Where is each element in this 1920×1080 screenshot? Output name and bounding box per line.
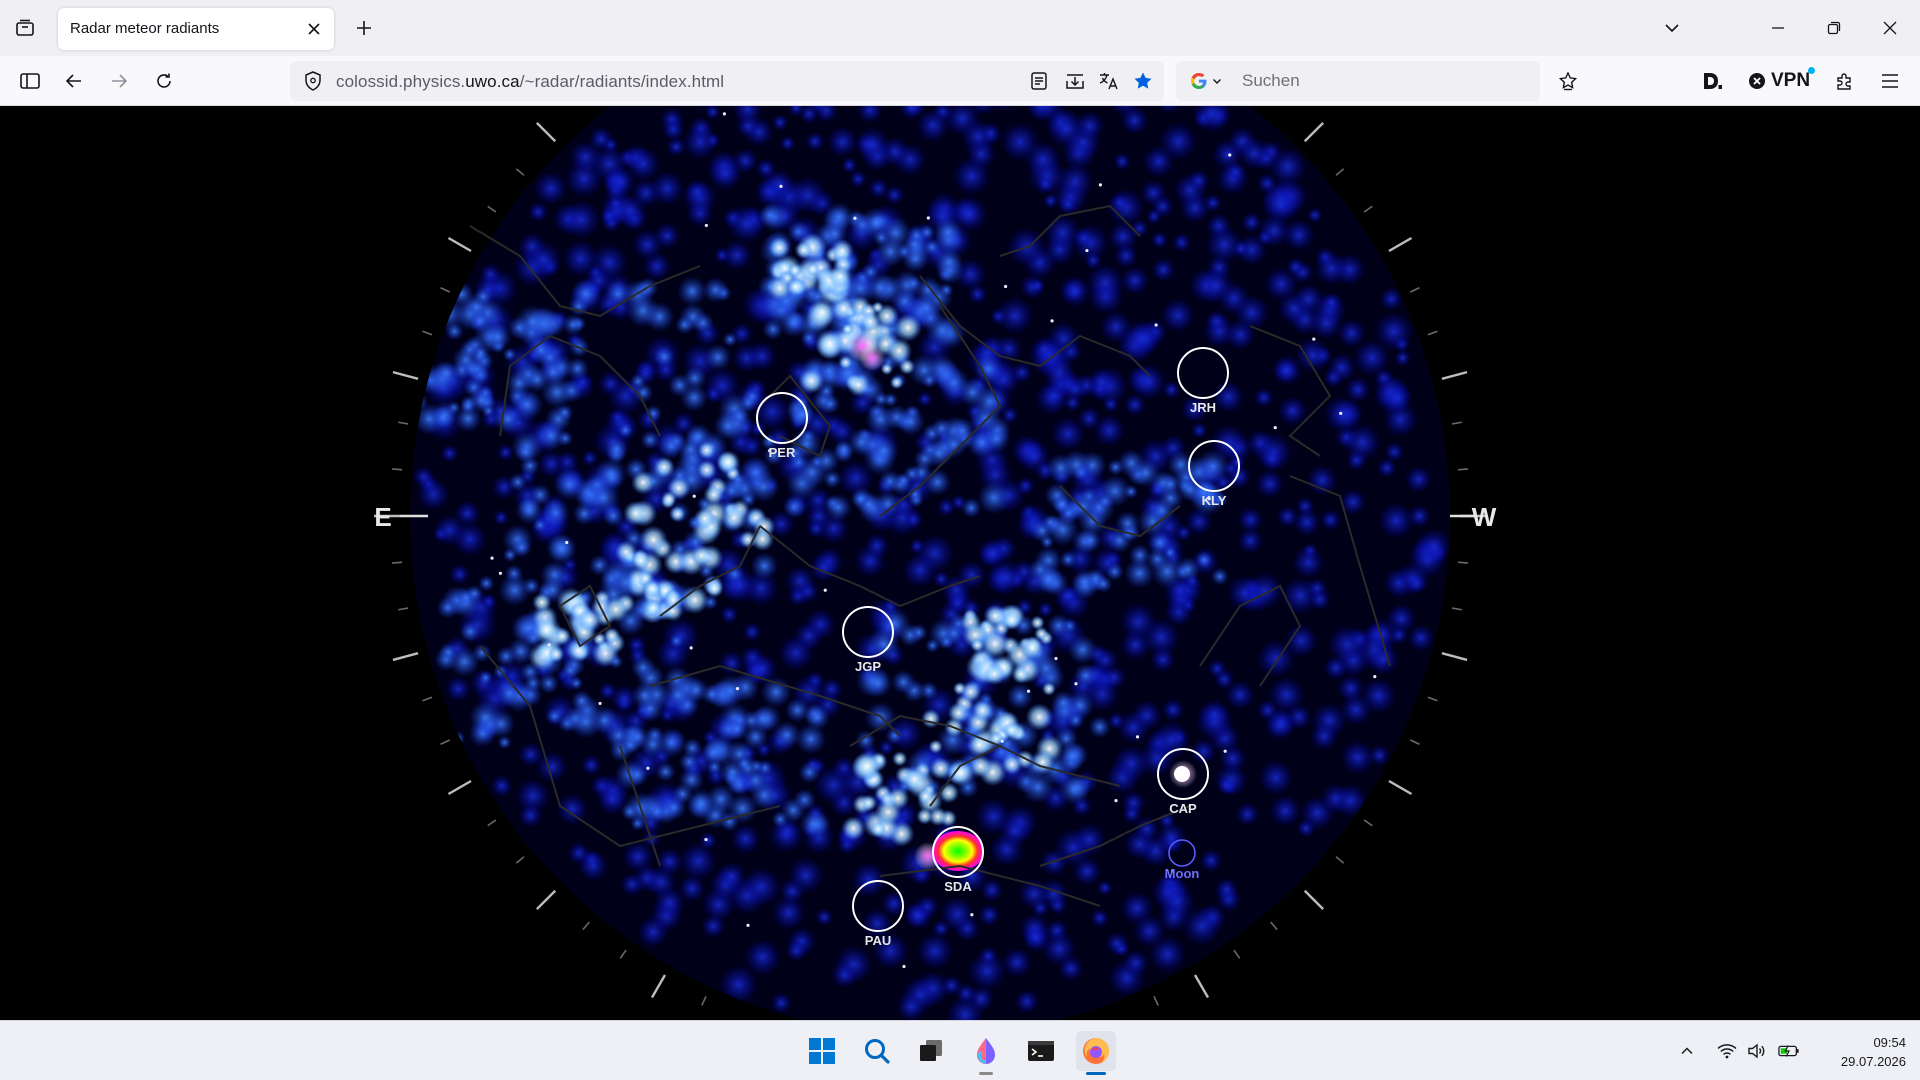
close-window-button[interactable]: [1872, 10, 1908, 46]
restore-icon: [1827, 21, 1841, 35]
chevron-up-icon: [1681, 1047, 1693, 1055]
close-icon: [308, 23, 320, 35]
speaker-icon: [1748, 1043, 1765, 1059]
navigation-toolbar: colossid.physics.uwo.ca/~radar/radiants/…: [0, 56, 1920, 106]
tab-active[interactable]: Radar meteor radiants: [58, 8, 334, 50]
radiant-label: PER: [769, 445, 796, 460]
search-input[interactable]: [1242, 61, 1522, 101]
dashlane-icon: [1704, 73, 1722, 89]
url-path: /~radar/radiants/index.html: [519, 72, 725, 91]
page-content: E W PER JRH KLY JGP CAP SDA PAU Moon: [0, 106, 1920, 1020]
clock-time: 09:54: [1873, 1035, 1906, 1050]
address-bar[interactable]: colossid.physics.uwo.ca/~radar/radiants/…: [290, 61, 1164, 101]
hamburger-icon: [1882, 74, 1898, 88]
url-host: uwo.ca: [465, 72, 520, 91]
vpn-icon: [1749, 73, 1765, 89]
search-bar[interactable]: [1176, 61, 1540, 101]
search-engine-selector[interactable]: [1184, 68, 1234, 94]
taskbar-app-paint[interactable]: [966, 1031, 1006, 1075]
translate-button[interactable]: [1096, 68, 1122, 94]
star-outline-icon: [1558, 71, 1578, 91]
firefox-icon: [1083, 1038, 1109, 1064]
start-button[interactable]: [802, 1031, 842, 1071]
east-label: E: [374, 502, 391, 532]
windows-taskbar: 09:54 29.07.2026: [0, 1020, 1920, 1080]
forward-button[interactable]: [103, 65, 135, 97]
extensions-shortcut-button[interactable]: [1552, 65, 1584, 97]
extension-d-button[interactable]: [1696, 65, 1728, 97]
plus-icon: [357, 21, 371, 35]
west-marker: W: [1450, 502, 1497, 532]
chevron-down-icon: [1213, 79, 1221, 84]
taskbar-app-terminal[interactable]: [1021, 1031, 1061, 1071]
chevron-down-icon: [1665, 24, 1679, 33]
sidebar-icon: [20, 73, 40, 89]
sidebar-button[interactable]: [14, 65, 46, 97]
minimize-button[interactable]: [1760, 10, 1796, 46]
clock-date: 29.07.2026: [1840, 1054, 1906, 1069]
radiant-label: JRH: [1190, 400, 1216, 415]
tab-title: Radar meteor radiants: [70, 20, 220, 37]
reader-view-icon: [1031, 72, 1047, 90]
download-icon: [1066, 74, 1084, 89]
battery-charging-icon: [1778, 1045, 1799, 1057]
wifi-status[interactable]: [1716, 1040, 1738, 1062]
radiant-label: JGP: [855, 659, 881, 674]
reload-button[interactable]: [148, 65, 180, 97]
vpn-label: VPN: [1771, 70, 1811, 91]
arrow-left-icon: [65, 74, 81, 88]
west-label: W: [1472, 502, 1497, 532]
tab-strip: Radar meteor radiants: [0, 0, 1920, 56]
extensions-button[interactable]: [1829, 65, 1861, 97]
start-icon: [809, 1038, 835, 1064]
active-indicator: [1086, 1072, 1106, 1075]
new-tab-button[interactable]: [348, 12, 380, 44]
show-hidden-icons-button[interactable]: [1676, 1040, 1698, 1062]
radiant-label: CAP: [1169, 801, 1197, 816]
bookmark-button[interactable]: [1130, 68, 1156, 94]
vpn-status-dot: [1808, 67, 1816, 74]
save-to-pocket-button[interactable]: [1062, 68, 1088, 94]
puzzle-icon: [1837, 73, 1851, 90]
search-icon: [865, 1039, 890, 1064]
terminal-icon: [1028, 1041, 1054, 1061]
tab-list-icon: [16, 19, 34, 36]
taskbar-search-button[interactable]: [857, 1031, 897, 1071]
minimize-icon: [1772, 27, 1784, 29]
menu-button[interactable]: [1874, 65, 1906, 97]
wifi-icon: [1717, 1044, 1737, 1059]
volume-status[interactable]: [1746, 1040, 1768, 1062]
google-icon: [1191, 73, 1207, 89]
radiant-label: KLY: [1202, 493, 1227, 508]
url-text[interactable]: colossid.physics.uwo.ca/~radar/radiants/…: [336, 72, 724, 92]
battery-status[interactable]: [1778, 1040, 1800, 1062]
task-view-icon: [920, 1040, 942, 1061]
radiant-label: SDA: [944, 879, 972, 894]
back-button[interactable]: [58, 65, 90, 97]
radiant-sky-map[interactable]: E W PER JRH KLY JGP CAP SDA PAU Moon: [0, 106, 1920, 1020]
reload-icon: [157, 73, 171, 88]
url-prefix: colossid.physics.: [336, 72, 466, 91]
translate-icon: [1099, 73, 1118, 90]
close-icon: [1883, 21, 1897, 35]
vpn-button[interactable]: VPN: [1748, 67, 1816, 92]
radiant-label: PAU: [865, 933, 891, 948]
reader-view-button[interactable]: [1026, 68, 1052, 94]
tab-list-button[interactable]: [8, 12, 42, 44]
shield-icon: [305, 71, 321, 91]
tab-close-button[interactable]: [302, 17, 326, 41]
restore-button[interactable]: [1816, 10, 1852, 46]
star-filled-icon: [1134, 72, 1152, 89]
list-all-tabs-button[interactable]: [1654, 10, 1690, 46]
running-indicator: [979, 1072, 993, 1075]
paint-icon: [977, 1038, 995, 1064]
taskbar-app-firefox[interactable]: [1076, 1031, 1116, 1075]
system-clock[interactable]: 09:54 29.07.2026: [1810, 1033, 1906, 1071]
task-view-button[interactable]: [911, 1031, 951, 1071]
density-field: [410, 106, 1450, 1020]
radiant-label: Moon: [1165, 866, 1200, 881]
arrow-right-icon: [112, 74, 128, 88]
site-info-button[interactable]: [300, 68, 326, 94]
